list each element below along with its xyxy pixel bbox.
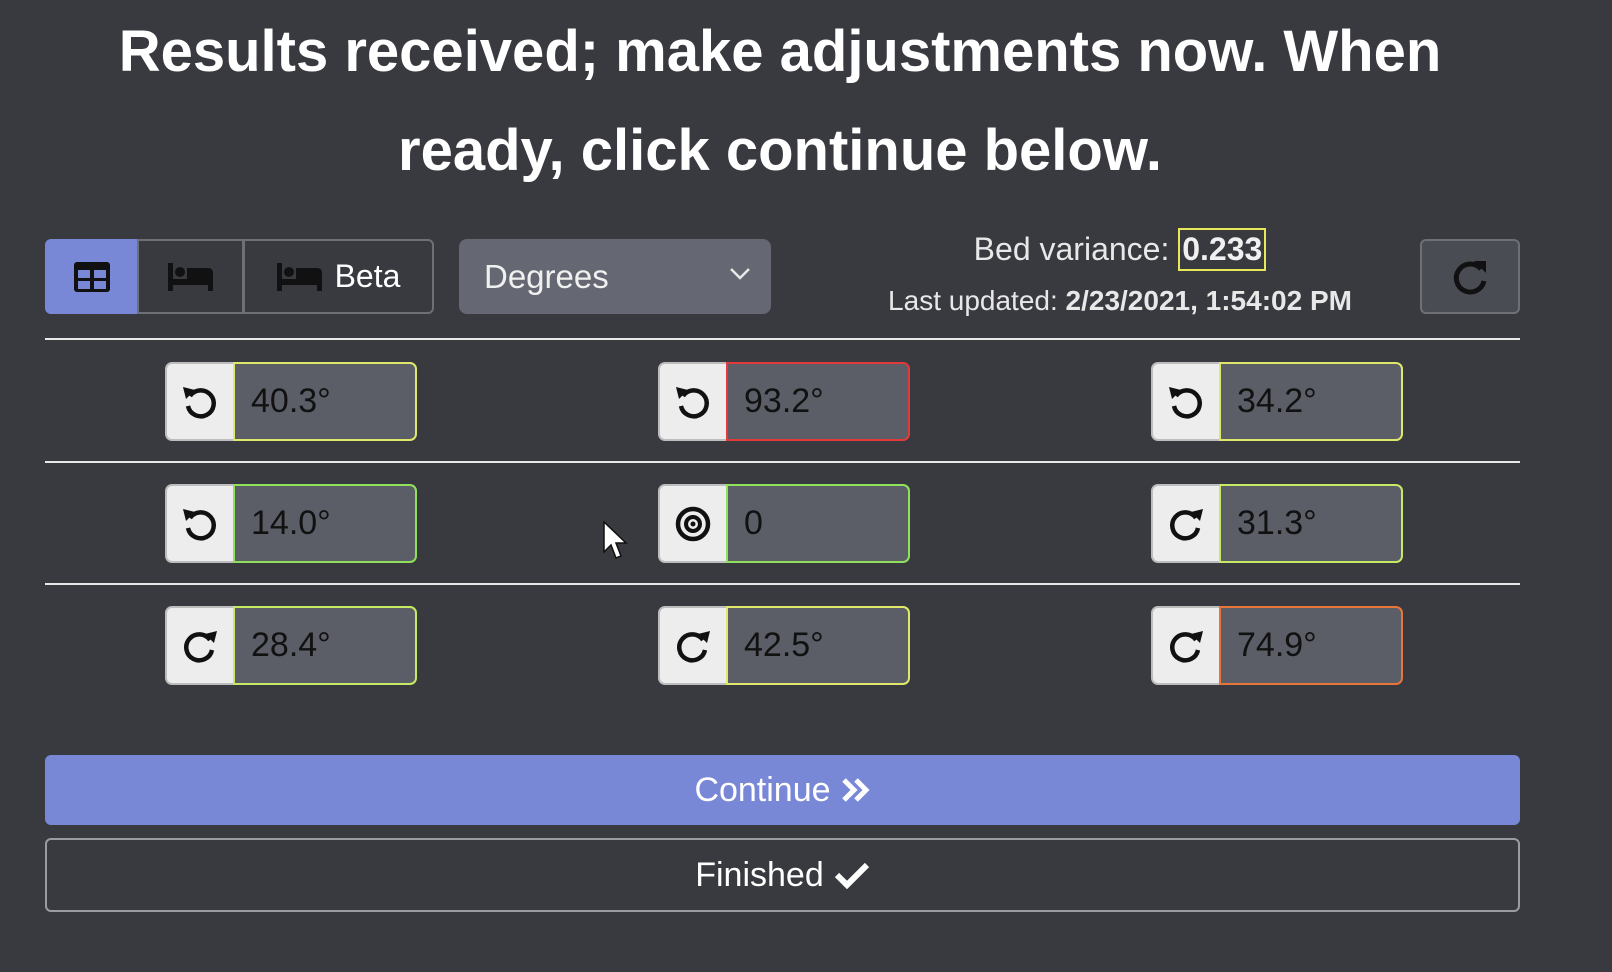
adjustment-value-field[interactable]: 93.2°: [726, 362, 910, 441]
clockwise-icon: [184, 630, 217, 663]
adjustment-cell: 42.5°: [658, 606, 910, 685]
target-icon: [675, 506, 711, 541]
adjustment-value-field[interactable]: 74.9°: [1219, 606, 1403, 685]
adjustment-direction-button[interactable]: [1151, 362, 1219, 441]
counterclockwise-icon: [183, 386, 216, 419]
clockwise-icon: [1170, 630, 1203, 663]
bed-variance: Bed variance: 0.233: [860, 228, 1380, 271]
row-divider: [45, 461, 1520, 463]
double-chevron-right-icon: [841, 778, 870, 802]
page-heading-line-2: ready, click continue below.: [398, 118, 1162, 183]
adjustment-value-field[interactable]: 40.3°: [233, 362, 417, 441]
units-select-value: Degrees: [484, 257, 609, 295]
mouse-cursor-icon: [603, 521, 628, 559]
variance-label: Bed variance:: [973, 231, 1170, 267]
refresh-button[interactable]: [1420, 239, 1520, 314]
variance-value: 0.233: [1178, 228, 1267, 271]
updated-label: Last updated:: [888, 285, 1058, 316]
table-icon: [73, 261, 110, 292]
adjustment-cell: 40.3°: [165, 362, 417, 441]
adjustment-direction-button[interactable]: [165, 606, 233, 685]
adjustment-value-field[interactable]: 28.4°: [233, 606, 417, 685]
adjustment-value-field[interactable]: 42.5°: [726, 606, 910, 685]
adjustment-cell: 93.2°: [658, 362, 910, 441]
adjustment-cell: 0: [658, 484, 910, 563]
adjustment-value-field[interactable]: 34.2°: [1219, 362, 1403, 441]
row-divider: [45, 338, 1520, 340]
adjustment-value-field[interactable]: 31.3°: [1219, 484, 1403, 563]
adjustment-direction-button[interactable]: [165, 484, 233, 563]
finished-button[interactable]: Finished: [45, 838, 1520, 912]
chevron-down-icon: [730, 268, 750, 280]
updated-value: 2/23/2021, 1:54:02 PM: [1065, 285, 1352, 316]
continue-button[interactable]: Continue: [45, 755, 1520, 825]
counterclockwise-icon: [676, 386, 709, 419]
adjustment-value-field[interactable]: 0: [726, 484, 910, 563]
page-heading-line-1: Results received; make adjustments now. …: [118, 19, 1442, 84]
adjustment-direction-button[interactable]: [165, 362, 233, 441]
view-toggle-group: Beta: [45, 239, 434, 314]
beta-label: Beta: [334, 258, 401, 294]
page-heading: Results received; make adjustments now. …: [40, 2, 1520, 200]
adjustment-direction-button[interactable]: [658, 362, 726, 441]
bed-beta-view-button[interactable]: Beta: [243, 239, 434, 314]
finished-label: Finished: [695, 855, 824, 894]
counterclockwise-icon: [183, 508, 216, 541]
adjustment-direction-button[interactable]: [658, 484, 726, 563]
counterclockwise-icon: [1169, 386, 1202, 419]
clockwise-icon: [1170, 508, 1203, 541]
continue-label: Continue: [694, 770, 831, 809]
row-divider: [45, 583, 1520, 585]
adjustment-value-field[interactable]: 14.0°: [233, 484, 417, 563]
adjustment-cell: 74.9°: [1151, 606, 1403, 685]
bed-view-button[interactable]: [137, 239, 244, 314]
adjustment-cell: 31.3°: [1151, 484, 1403, 563]
adjustment-direction-button[interactable]: [1151, 606, 1219, 685]
adjustment-direction-button[interactable]: [658, 606, 726, 685]
adjustment-cell: 34.2°: [1151, 362, 1403, 441]
adjustment-cell: 28.4°: [165, 606, 417, 685]
adjustment-cell: 14.0°: [165, 484, 417, 563]
table-view-button[interactable]: [45, 239, 138, 314]
checkmark-icon: [834, 862, 869, 889]
last-updated: Last updated: 2/23/2021, 1:54:02 PM: [840, 285, 1400, 317]
clockwise-icon: [677, 630, 710, 663]
refresh-icon: [1453, 260, 1487, 295]
bed-icon: [167, 262, 213, 291]
units-select[interactable]: Degrees: [459, 239, 771, 314]
bed-icon: [276, 262, 322, 291]
adjustment-direction-button[interactable]: [1151, 484, 1219, 563]
